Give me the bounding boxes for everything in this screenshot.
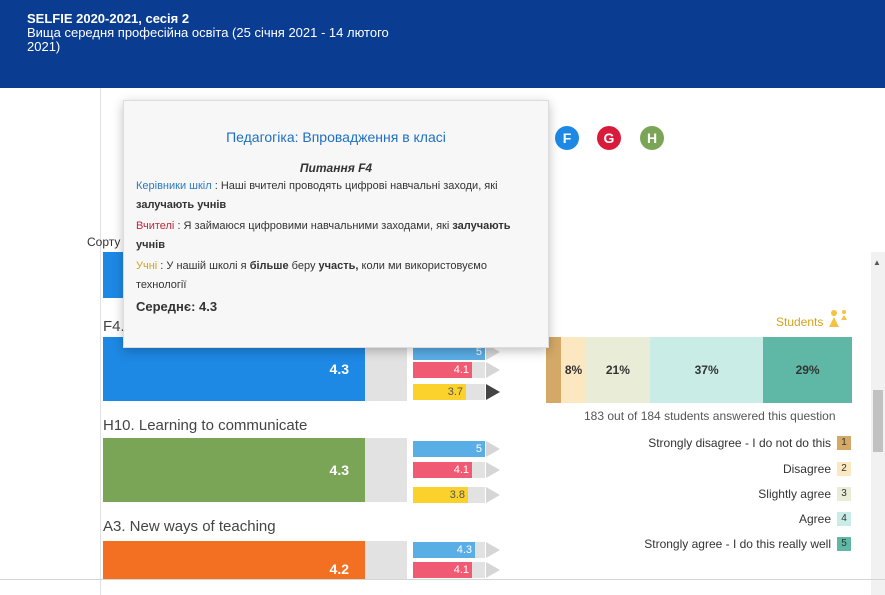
legend-item-2: Disagree 2 xyxy=(783,462,851,476)
tooltip-leaders-label: Керівники шкіл xyxy=(136,180,212,192)
legend-label-2: Disagree xyxy=(782,462,831,476)
tooltip-students-bold-2: участь, xyxy=(318,260,359,272)
tooltip-teachers-statement: Вчителі : Я займаюся цифровими навчальни… xyxy=(136,217,536,255)
question-h10-teachers-expand-icon[interactable] xyxy=(486,462,500,478)
tooltip-teachers-text: : Я займаюся цифровими навчальними заход… xyxy=(174,220,453,232)
students-icon xyxy=(829,310,847,327)
tooltip-students-bold-1: більше xyxy=(249,260,289,272)
legend-item-3: Slightly agree 3 xyxy=(758,487,851,501)
tooltip-leaders-text: : Наші вчителі проводять цифрові навчаль… xyxy=(211,180,498,192)
legend-label-4: Agree xyxy=(798,512,831,526)
question-h10-students-bar[interactable]: 3.8 xyxy=(413,487,468,503)
tooltip-students-label: Учні xyxy=(136,260,158,272)
legend-swatch-5: 5 xyxy=(837,537,851,551)
legend-item-4: Agree 4 xyxy=(799,512,851,526)
area-f-button[interactable]: F xyxy=(555,126,579,150)
question-h10-leaders-bar[interactable]: 5 xyxy=(413,441,485,457)
question-h10-score-remainder xyxy=(365,438,407,502)
question-h10-score-bar[interactable]: 4.3 xyxy=(103,438,365,502)
legend-label-3: Slightly agree xyxy=(758,487,831,501)
area-h-letter: H xyxy=(646,130,658,146)
tooltip-leaders-statement: Керівники шкіл : Наші вчителі проводять … xyxy=(136,177,536,215)
question-a3-score-remainder xyxy=(365,541,407,579)
legend-item-5: Strongly agree - I do this really well 5 xyxy=(644,537,851,551)
question-a3-leaders-bar[interactable]: 4.3 xyxy=(413,542,475,558)
legend-swatch-1: 1 xyxy=(837,436,851,450)
sort-label: Сорту xyxy=(87,235,121,249)
legend-label-1: Strongly disagree - I do not do this xyxy=(648,436,831,450)
question-a3-score: 4.2 xyxy=(329,561,349,577)
question-f4-students-expand-icon[interactable] xyxy=(486,384,500,400)
students-distribution-bar: 8% 21% 37% 29% xyxy=(546,337,852,403)
students-answered-count: 183 out of 184 students answered this qu… xyxy=(584,409,836,423)
session-subtitle: Вища середня професійна освіта (25 січня… xyxy=(27,25,389,54)
content-divider xyxy=(100,88,101,595)
legend-swatch-2: 2 xyxy=(837,462,851,476)
question-f4-score: 4.3 xyxy=(329,361,349,377)
tooltip-students-text-1: : У нашій школі я xyxy=(157,260,250,272)
question-h10-title: H10. Learning to communicate xyxy=(103,417,308,434)
tooltip-students-statement: Учні : У нашій школі я більше беру участ… xyxy=(136,257,536,295)
legend-swatch-3: 3 xyxy=(837,487,851,501)
scroll-up-icon[interactable]: ▲ xyxy=(873,258,881,267)
distribution-segment-3: 21% xyxy=(585,337,651,403)
distribution-segment-2: 8% xyxy=(561,337,586,403)
area-f-letter: F xyxy=(562,130,572,146)
previous-result-bar[interactable] xyxy=(103,252,125,298)
tooltip-average: Середнє: 4.3 xyxy=(136,299,218,314)
question-a3-teachers-expand-icon[interactable] xyxy=(486,562,500,578)
question-a3-leaders-expand-icon[interactable] xyxy=(486,542,500,558)
area-g-letter: G xyxy=(603,130,615,146)
question-a3-teachers-bar[interactable]: 4.1 xyxy=(413,562,472,578)
question-a3-score-bar[interactable]: 4.2 xyxy=(103,541,365,579)
question-f4-teachers-expand-icon[interactable] xyxy=(486,362,500,378)
tooltip-leaders-bold: залучають учнів xyxy=(136,199,227,211)
question-h10-teachers-bar[interactable]: 4.1 xyxy=(413,462,472,478)
question-tooltip: Педагогіка: Впровадження в класі Питання… xyxy=(123,100,549,348)
footer-divider xyxy=(0,579,885,580)
tooltip-question-id: Питання F4 xyxy=(299,161,373,175)
scrollbar-thumb[interactable] xyxy=(873,390,883,452)
tooltip-teachers-label: Вчителі xyxy=(136,220,175,232)
legend-swatch-4: 4 xyxy=(837,512,851,526)
area-h-button[interactable]: H xyxy=(640,126,664,150)
legend-item-1: Strongly disagree - I do not do this 1 xyxy=(648,436,851,450)
area-g-button[interactable]: G xyxy=(597,126,621,150)
question-a3-title: A3. New ways of teaching xyxy=(103,518,276,535)
tooltip-area-title: Педагогіка: Впровадження в класі xyxy=(226,129,446,145)
session-title: SELFIE 2020-2021, сесія 2 xyxy=(27,11,190,26)
session-header: SELFIE 2020-2021, сесія 2 Вища середня п… xyxy=(0,0,885,88)
question-h10-students-expand-icon[interactable] xyxy=(486,487,500,503)
tooltip-students-text-2: беру xyxy=(288,260,319,272)
question-h10-leaders-expand-icon[interactable] xyxy=(486,441,500,457)
question-h10-score: 4.3 xyxy=(329,462,349,478)
students-panel-label: Students xyxy=(776,315,824,329)
question-f4-teachers-bar[interactable]: 4.1 xyxy=(413,362,472,378)
distribution-segment-5: 29% xyxy=(763,337,852,403)
legend-label-5: Strongly agree - I do this really well xyxy=(644,537,831,551)
distribution-segment-4: 37% xyxy=(650,337,764,403)
question-f4-students-bar[interactable]: 3.7 xyxy=(413,384,466,400)
question-f4-title: F4. xyxy=(103,318,125,335)
